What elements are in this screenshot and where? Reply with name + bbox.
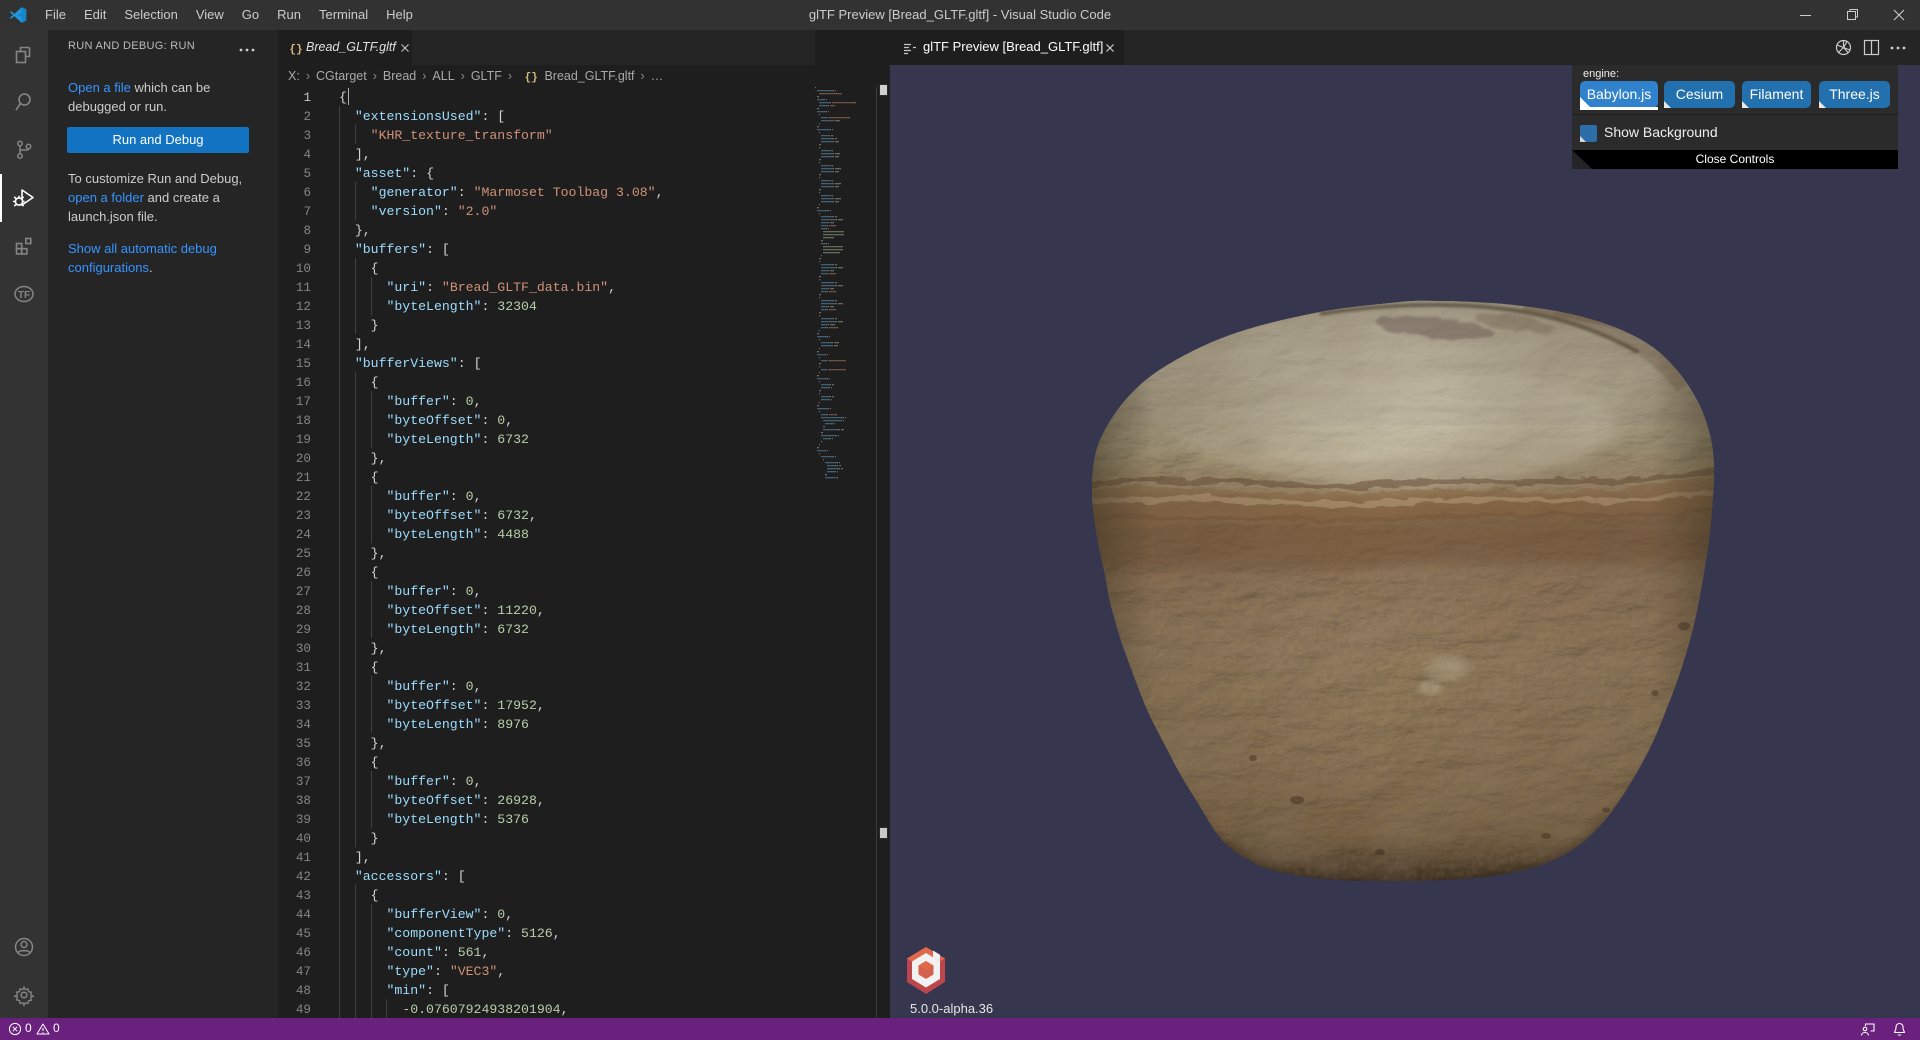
svg-text:{}: {} bbox=[289, 44, 302, 56]
svg-text:TF: TF bbox=[18, 290, 30, 301]
